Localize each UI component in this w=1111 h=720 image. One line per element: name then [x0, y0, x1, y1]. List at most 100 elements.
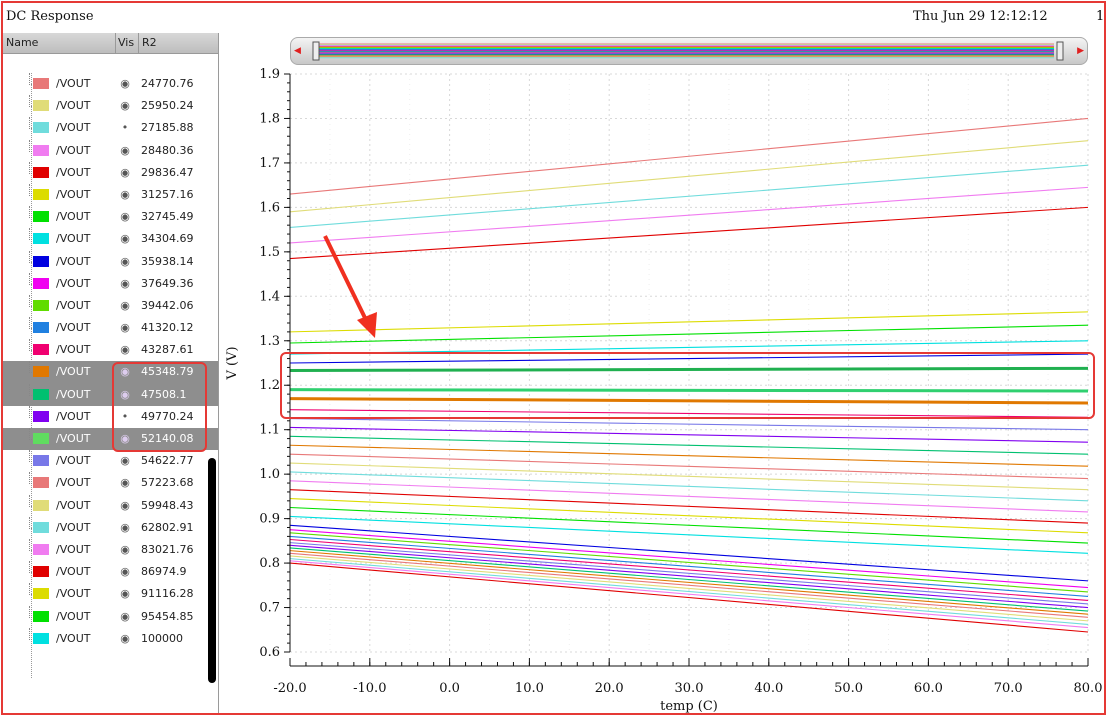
- r2-value: 37649.36: [141, 276, 194, 290]
- r2-value: 39442.06: [141, 298, 194, 312]
- eye-icon[interactable]: ◉: [118, 77, 132, 90]
- color-swatch: [33, 344, 49, 356]
- scrollbar-thumb[interactable]: [208, 458, 216, 683]
- eye-icon[interactable]: ◉: [118, 565, 132, 578]
- y-tick-label: 1.9: [259, 67, 280, 82]
- signal-name: /VOUT: [56, 121, 91, 135]
- r2-value: 34304.69: [141, 232, 194, 246]
- color-swatch: [33, 543, 49, 555]
- eye-icon[interactable]: ◉: [118, 321, 132, 334]
- color-swatch: [33, 366, 49, 378]
- column-header-vis[interactable]: Vis: [118, 36, 134, 49]
- color-swatch: [33, 188, 49, 200]
- signal-name: /VOUT: [56, 387, 91, 401]
- r2-value: 25950.24: [141, 99, 194, 113]
- y-tick-label: 0.8: [259, 556, 280, 571]
- signal-name: /VOUT: [56, 498, 91, 512]
- eye-icon[interactable]: ◉: [118, 188, 132, 201]
- signal-row[interactable]: /VOUT ◉ 29836.47: [3, 161, 218, 184]
- signal-row[interactable]: /VOUT ◉ 100000: [3, 627, 218, 650]
- signal-name: /VOUT: [56, 99, 91, 113]
- eye-icon[interactable]: ◉: [118, 521, 132, 534]
- r2-value: 35938.14: [141, 254, 194, 268]
- signal-row[interactable]: /VOUT ◉ 91116.28: [3, 583, 218, 605]
- eye-icon[interactable]: ◉: [118, 277, 132, 290]
- signal-row[interactable]: /VOUT ◉ 39442.06: [3, 294, 218, 317]
- eye-icon[interactable]: ◉: [118, 343, 132, 356]
- signal-name: /VOUT: [56, 565, 91, 579]
- y-tick-label: 1.5: [259, 245, 280, 260]
- color-swatch: [33, 499, 49, 511]
- eye-icon[interactable]: ◉: [118, 587, 132, 600]
- eye-icon[interactable]: ◉: [118, 454, 132, 467]
- color-swatch: [33, 410, 49, 422]
- color-swatch: [33, 632, 49, 644]
- signal-row[interactable]: /VOUT ◉ 57223.68: [3, 472, 218, 494]
- hidden-dot-icon[interactable]: •: [118, 121, 132, 134]
- window-title: DC Response: [6, 9, 94, 24]
- eye-icon[interactable]: ◉: [118, 232, 132, 245]
- signal-row[interactable]: /VOUT ◉ 86974.9: [3, 561, 218, 583]
- signal-row[interactable]: /VOUT ◉ 62802.91: [3, 516, 218, 539]
- r2-value: 91116.28: [141, 587, 194, 601]
- highlight-box-selected-rows: [112, 362, 207, 452]
- x-tick-label: 30.0: [675, 681, 704, 696]
- scroll-right-icon[interactable]: ▶: [1077, 46, 1084, 56]
- r2-value: 43287.61: [141, 343, 194, 357]
- signal-row[interactable]: /VOUT ◉ 41320.12: [3, 317, 218, 339]
- signal-name: /VOUT: [56, 321, 91, 335]
- overview-right-handle[interactable]: [1056, 41, 1064, 61]
- eye-icon[interactable]: ◉: [118, 299, 132, 312]
- eye-icon[interactable]: ◉: [118, 610, 132, 623]
- color-swatch: [33, 233, 49, 245]
- series-line: [289, 444, 1089, 467]
- signal-row[interactable]: /VOUT ◉ 95454.85: [3, 605, 218, 628]
- eye-icon[interactable]: ◉: [118, 210, 132, 223]
- signal-row[interactable]: /VOUT ◉ 31257.16: [3, 183, 218, 206]
- x-tick-label: -20.0: [273, 681, 306, 696]
- signal-name: /VOUT: [56, 165, 91, 179]
- signal-row[interactable]: /VOUT ◉ 59948.43: [3, 494, 218, 517]
- signal-row[interactable]: /VOUT ◉ 24770.76: [3, 73, 218, 95]
- signal-name: /VOUT: [56, 542, 91, 556]
- y-tick-label: 1.4: [259, 289, 280, 304]
- column-header-name[interactable]: Name: [6, 36, 38, 49]
- y-tick-label: 1.8: [259, 111, 280, 126]
- eye-icon[interactable]: ◉: [118, 632, 132, 645]
- signal-row[interactable]: /VOUT ◉ 37649.36: [3, 272, 218, 295]
- eye-icon[interactable]: ◉: [118, 543, 132, 556]
- x-tick-label: 50.0: [834, 681, 863, 696]
- r2-value: 86974.9: [141, 565, 187, 579]
- color-swatch: [33, 521, 49, 533]
- scroll-left-icon[interactable]: ◀: [294, 46, 303, 56]
- color-swatch: [33, 299, 49, 311]
- signal-row[interactable]: /VOUT ◉ 32745.49: [3, 206, 218, 228]
- column-header-r2[interactable]: R2: [142, 36, 157, 49]
- x-tick-label: 40.0: [754, 681, 783, 696]
- signal-row[interactable]: /VOUT ◉ 25950.24: [3, 95, 218, 117]
- color-swatch: [33, 588, 49, 600]
- signal-name: /VOUT: [56, 232, 91, 246]
- eye-icon[interactable]: ◉: [118, 476, 132, 489]
- signal-row[interactable]: /VOUT • 27185.88: [3, 117, 218, 139]
- color-swatch: [33, 277, 49, 289]
- eye-icon[interactable]: ◉: [118, 99, 132, 112]
- signal-name: /VOUT: [56, 77, 91, 90]
- signal-row[interactable]: /VOUT ◉ 43287.61: [3, 339, 218, 361]
- signal-row[interactable]: /VOUT ◉ 34304.69: [3, 228, 218, 250]
- color-swatch: [33, 433, 49, 444]
- eye-icon[interactable]: ◉: [118, 166, 132, 179]
- signal-row[interactable]: /VOUT ◉ 54622.77: [3, 450, 218, 472]
- overview-left-handle[interactable]: [312, 41, 320, 61]
- eye-icon[interactable]: ◉: [118, 499, 132, 512]
- color-swatch: [33, 122, 49, 134]
- signal-name: /VOUT: [56, 210, 91, 224]
- r2-value: 32745.49: [141, 210, 194, 224]
- eye-icon[interactable]: ◉: [118, 144, 132, 157]
- r2-value: 54622.77: [141, 454, 194, 468]
- signal-row[interactable]: /VOUT ◉ 83021.76: [3, 538, 218, 561]
- eye-icon[interactable]: ◉: [118, 255, 132, 268]
- signal-row[interactable]: /VOUT ◉ 28480.36: [3, 139, 218, 162]
- signal-row[interactable]: /VOUT ◉ 35938.14: [3, 250, 218, 273]
- color-swatch: [33, 78, 49, 89]
